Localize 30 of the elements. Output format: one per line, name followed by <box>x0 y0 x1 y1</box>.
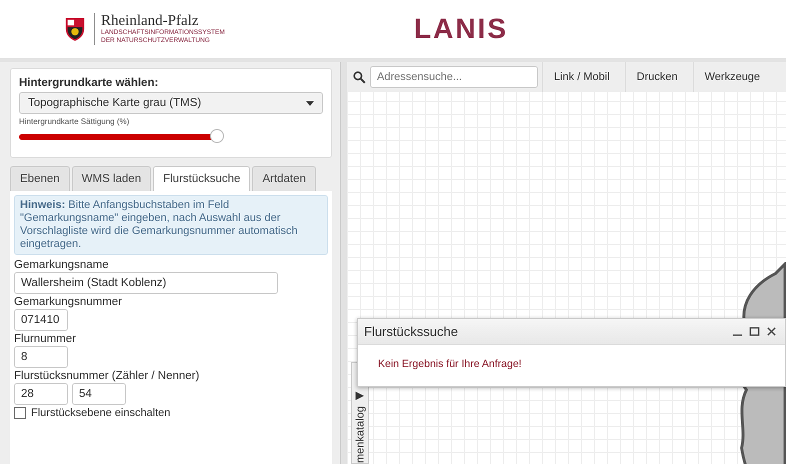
field-label: Flurnummer <box>14 333 77 345</box>
tab[interactable]: Flurstücksuche <box>153 166 250 191</box>
field-label: Gemarkungsname <box>14 259 110 271</box>
slider-label: Hintergrundkarte Sättigung (%) <box>19 117 130 126</box>
error-message: Kein Ergebnis für Ihre Anfrage! <box>378 358 522 370</box>
tab[interactable]: WMS laden <box>72 166 152 191</box>
input-field[interactable]: 28 <box>14 383 68 405</box>
field-label: Gemarkungsnummer <box>14 296 124 308</box>
tab[interactable]: Ebenen <box>10 166 70 191</box>
slider-thumb[interactable] <box>210 129 224 143</box>
tab[interactable]: Artdaten <box>252 166 316 191</box>
input-field[interactable]: 071410 <box>14 309 68 331</box>
maximize-icon[interactable] <box>749 326 760 337</box>
input-field[interactable]: Wallersheim (Stadt Koblenz) <box>14 272 278 294</box>
caret-icon <box>306 100 314 106</box>
input-field[interactable]: 8 <box>14 346 68 368</box>
app-title: LANIS <box>414 13 508 45</box>
search-icon <box>353 70 366 84</box>
crest-icon <box>64 16 86 42</box>
field-label: Flurstücksnummer (Zähler / Nenner) <box>14 370 200 382</box>
checkbox[interactable] <box>14 407 26 419</box>
input-field[interactable]: 54 <box>72 383 126 405</box>
checkbox-label: Flurstücksebene einschalten <box>31 407 170 419</box>
address-search-field[interactable]: Adressensuche... <box>370 66 538 88</box>
dialog-title: Flurstückssuche <box>364 324 459 339</box>
section-label: Hintergrundkarte wählen: <box>19 77 160 89</box>
hint-text: Hinweis: Bitte Anfangsbuchstaben im Feld "Gemarkungsname" eingeben, nach Auswahl aus der Vorschlagliste wird die Gemarkungsnummer automatisch eingetragen. <box>14 195 328 255</box>
close-icon[interactable] <box>766 326 777 337</box>
map-select[interactable]: Topographische Karte grau (TMS) <box>19 92 323 114</box>
state-name: Rheinland-Pfalz <box>101 13 200 29</box>
